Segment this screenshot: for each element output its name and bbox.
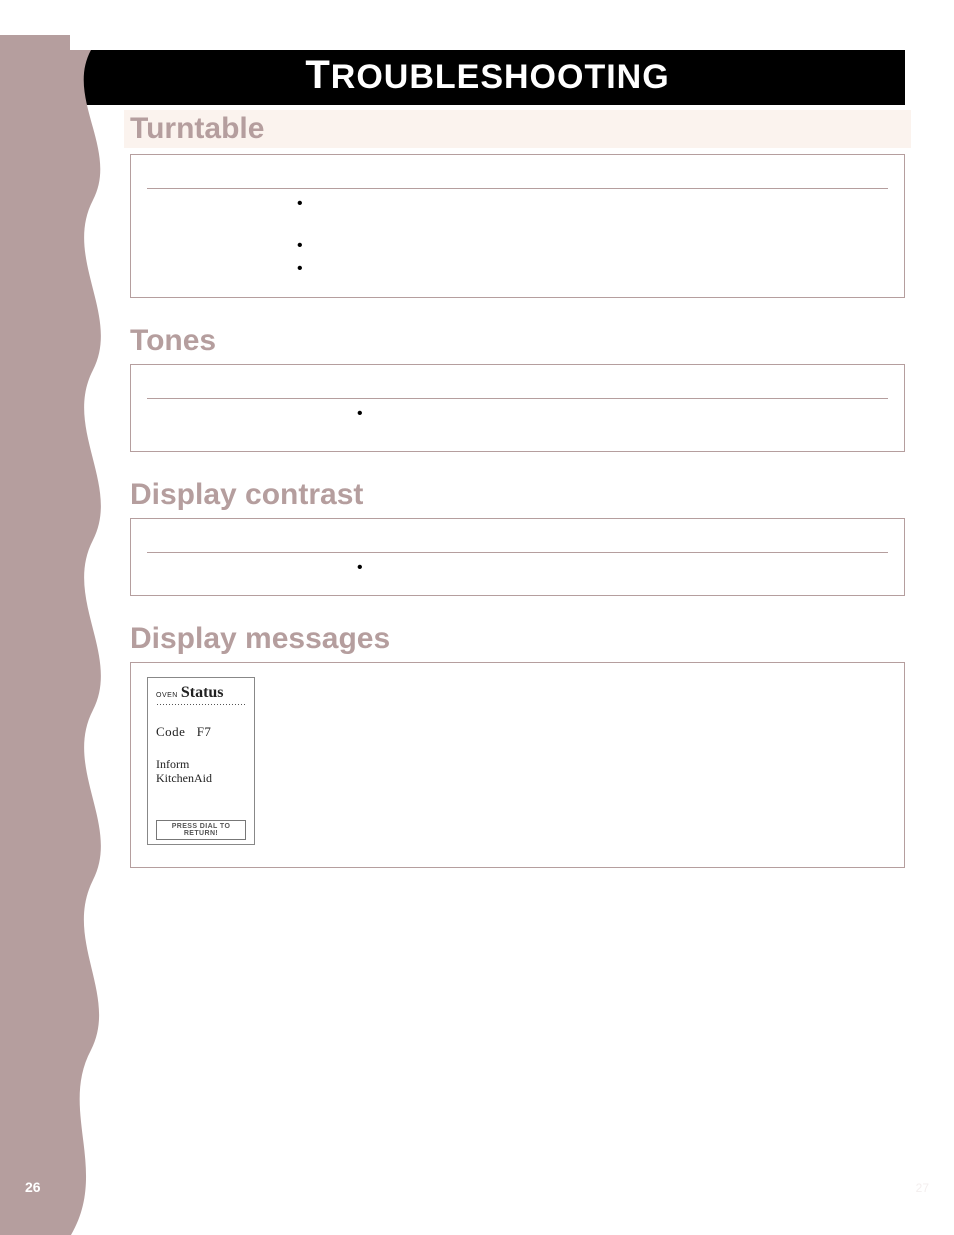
box-turntable: Problem Turntable will not turn Be sure … (130, 154, 905, 298)
section-title-tones: Tones (130, 324, 905, 358)
turntable-problem: Turntable will not turn (147, 195, 297, 283)
device-bottom-hint: PRESS DIAL TO RETURN! (156, 820, 246, 840)
device-code-label: Code (156, 724, 185, 739)
messages-head: Failure code appears in display (279, 679, 888, 708)
tones-problem: End-of-cycle and keypress tones are too … (147, 405, 357, 437)
section-title-messages: Display messages (130, 622, 905, 656)
page-number: 26 (25, 1179, 41, 1195)
tones-header: Problem (147, 375, 888, 396)
device-inform-line1: Inform (156, 758, 246, 772)
device-code-line: Code F7 (156, 724, 246, 740)
divider (147, 188, 888, 189)
wave-decoration (69, 50, 129, 1235)
device-screen: OVEN Status Code F7 Inform KitchenAid PR… (147, 677, 255, 845)
tones-row: End-of-cycle and keypress tones are too … (147, 405, 888, 437)
device-inform: Inform KitchenAid (156, 758, 246, 786)
turntable-item: Check to see that the turntable is set t… (297, 237, 888, 256)
turntable-header: Problem (147, 165, 888, 186)
chapter-title-first-letter: T (305, 53, 330, 97)
turntable-item: Restart the oven. (297, 260, 888, 279)
turntable-item: Be sure the turntable is properly seated… (297, 195, 888, 233)
page: TROUBLESHOOTING Turntable Problem Turnta… (0, 0, 954, 1235)
box-tones: Problem End-of-cycle and keypress tones … (130, 364, 905, 452)
contrast-header: Problem (147, 529, 888, 550)
divider (147, 552, 888, 553)
box-contrast: Problem Display is hard to read Adjust t… (130, 518, 905, 597)
device-inform-line2: KitchenAid (156, 772, 246, 786)
box-messages: OVEN Status Code F7 Inform KitchenAid PR… (130, 662, 905, 868)
device-code-value: F7 (197, 724, 212, 739)
chapter-title-rest: ROUBLESHOOTING (331, 58, 670, 96)
content-area: Turntable Problem Turntable will not tur… (130, 110, 905, 868)
device-status-label: Status (181, 684, 224, 702)
section-title-turntable: Turntable (124, 110, 911, 148)
contrast-item: Adjust the display contrast by following… (357, 559, 888, 578)
divider (147, 398, 888, 399)
messages-text: Failure code appears in display If a fai… (279, 677, 888, 845)
section-title-contrast: Display contrast (130, 478, 905, 512)
device-oven-label: OVEN (156, 692, 178, 699)
tones-list: Adjust the tone volume by following the … (357, 405, 888, 437)
contrast-row: Display is hard to read Adjust the displ… (147, 559, 888, 582)
messages-row: OVEN Status Code F7 Inform KitchenAid PR… (147, 677, 888, 845)
page-number-ghost: 27 (916, 1181, 929, 1195)
turntable-row: Turntable will not turn Be sure the turn… (147, 195, 888, 283)
device-divider-dots (156, 703, 246, 706)
left-margin-column (0, 50, 70, 1235)
contrast-problem: Display is hard to read (147, 559, 357, 582)
turntable-list: Be sure the turntable is properly seated… (297, 195, 888, 283)
tones-item: Adjust the tone volume by following the … (357, 405, 888, 424)
device-top: OVEN Status (156, 684, 246, 702)
messages-body: If a failure code appears in the display… (279, 716, 888, 755)
contrast-list: Adjust the display contrast by following… (357, 559, 888, 582)
top-accent-bar (0, 35, 70, 50)
chapter-title-bar: TROUBLESHOOTING (70, 50, 905, 105)
